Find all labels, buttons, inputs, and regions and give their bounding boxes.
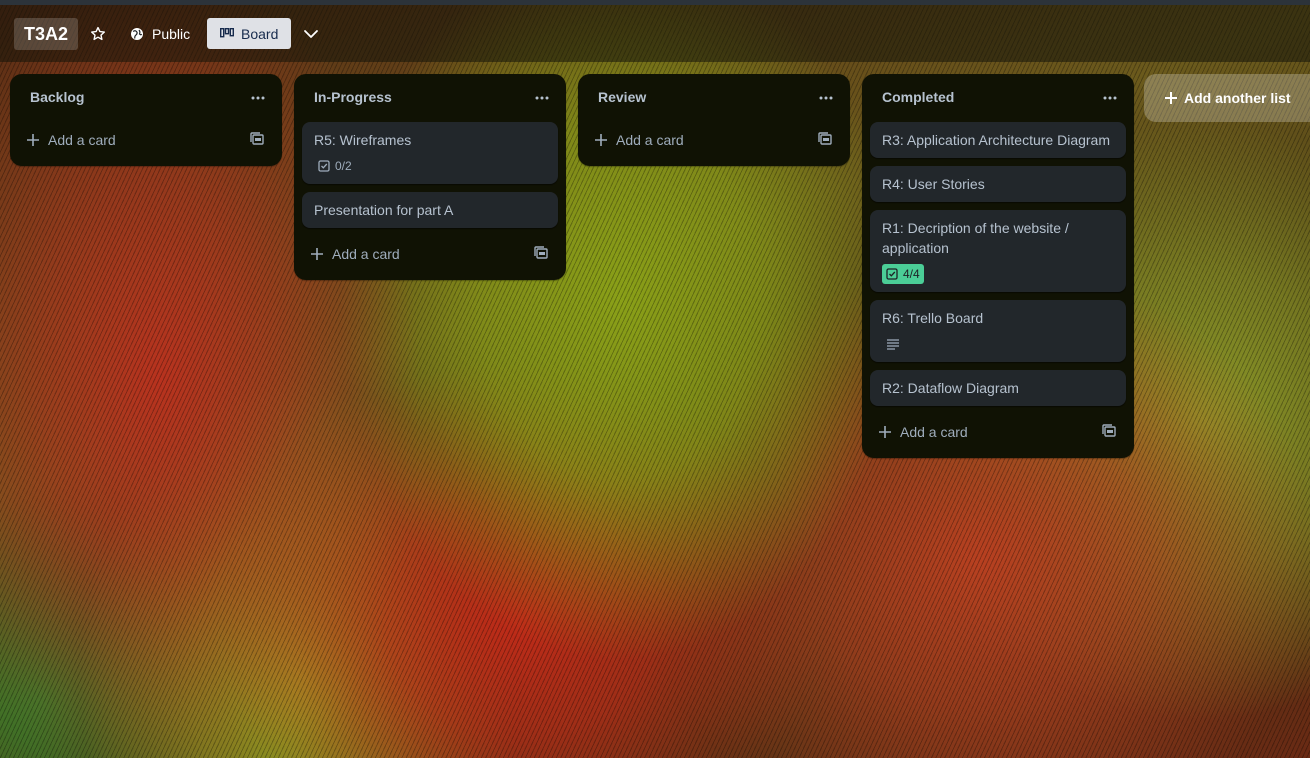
card-title: R4: User Stories <box>882 176 985 192</box>
add-card-button[interactable]: Add a card <box>586 122 842 158</box>
card-badges <box>882 334 1114 354</box>
list-header: Backlog <box>10 74 282 122</box>
list-header: Completed <box>862 74 1134 122</box>
visibility-button[interactable]: Public <box>122 19 198 49</box>
list-review: Review Add a card <box>578 74 850 166</box>
checklist-complete-badge: 4/4 <box>882 264 924 284</box>
view-switcher-button[interactable] <box>298 19 324 49</box>
card-badges: 0/2 <box>314 156 546 176</box>
plus-icon <box>310 247 324 261</box>
plus-icon <box>878 425 892 439</box>
list-menu-button[interactable] <box>814 86 838 110</box>
description-icon <box>887 339 899 350</box>
add-card-button[interactable]: Add a card <box>18 122 274 158</box>
globe-icon <box>131 28 143 40</box>
star-icon <box>91 26 105 41</box>
list-menu-button[interactable] <box>530 86 554 110</box>
list-header: Review <box>578 74 850 122</box>
card-template-icon[interactable] <box>534 246 548 260</box>
card-title: R5: Wireframes <box>314 132 412 148</box>
card[interactable]: R5: Wireframes 0/2 <box>302 122 558 184</box>
list-menu-button[interactable] <box>246 86 270 110</box>
list-title[interactable]: In-Progress <box>314 89 392 105</box>
board-view-icon <box>220 27 234 37</box>
visibility-label: Public <box>152 26 191 42</box>
ellipsis-icon <box>535 96 549 100</box>
list-header: In-Progress <box>294 74 566 122</box>
star-button[interactable] <box>84 19 112 49</box>
card-title: R1: Decription of the website / applicat… <box>882 220 1069 256</box>
list-in-progress: In-Progress R5: Wireframes 0/2 Presentat… <box>294 74 566 280</box>
add-card-label: Add a card <box>900 424 968 440</box>
board-header: T3A2 Public Board <box>0 5 1310 62</box>
add-list-label: Add another list <box>1184 90 1291 106</box>
description-badge <box>882 334 904 354</box>
checklist-icon <box>318 160 330 172</box>
chevron-down-icon <box>304 30 318 38</box>
plus-icon <box>26 133 40 147</box>
browser-top-border <box>0 0 1310 5</box>
board-view-label: Board <box>241 25 279 42</box>
list-title[interactable]: Completed <box>882 89 954 105</box>
list-backlog: Backlog Add a card <box>10 74 282 166</box>
card-badges: 4/4 <box>882 264 1114 284</box>
add-card-label: Add a card <box>48 132 116 148</box>
ellipsis-icon <box>819 96 833 100</box>
card-template-icon[interactable] <box>250 132 264 146</box>
plus-icon <box>594 133 608 147</box>
card-title: R3: Application Architecture Diagram <box>882 132 1110 148</box>
add-card-button[interactable]: Add a card <box>302 236 558 272</box>
card[interactable]: Presentation for part A <box>302 192 558 228</box>
card[interactable]: R6: Trello Board <box>870 300 1126 362</box>
card-title: R2: Dataflow Diagram <box>882 380 1019 396</box>
card[interactable]: R3: Application Architecture Diagram <box>870 122 1126 158</box>
add-list-button[interactable]: Add another list <box>1144 74 1310 122</box>
board-title[interactable]: T3A2 <box>14 18 79 50</box>
add-card-label: Add a card <box>332 246 400 262</box>
checklist-icon <box>886 268 898 280</box>
card-title: Presentation for part A <box>314 202 454 218</box>
list-completed: Completed R3: Application Architecture D… <box>862 74 1134 458</box>
card-title: R6: Trello Board <box>882 310 984 326</box>
ellipsis-icon <box>1103 96 1117 100</box>
card[interactable]: R4: User Stories <box>870 166 1126 202</box>
card-template-icon[interactable] <box>1102 424 1116 438</box>
ellipsis-icon <box>251 96 265 100</box>
list-title[interactable]: Review <box>598 89 646 105</box>
plus-icon <box>1164 91 1178 105</box>
add-card-label: Add a card <box>616 132 684 148</box>
card[interactable]: R2: Dataflow Diagram <box>870 370 1126 406</box>
checklist-count: 4/4 <box>903 267 920 281</box>
card[interactable]: R1: Decription of the website / applicat… <box>870 210 1126 292</box>
checklist-badge: 0/2 <box>314 156 356 176</box>
list-menu-button[interactable] <box>1098 86 1122 110</box>
card-template-icon[interactable] <box>818 132 832 146</box>
add-card-button[interactable]: Add a card <box>870 414 1126 450</box>
list-title[interactable]: Backlog <box>30 89 84 105</box>
board-view-button[interactable]: Board <box>207 18 292 49</box>
checklist-count: 0/2 <box>335 159 352 173</box>
